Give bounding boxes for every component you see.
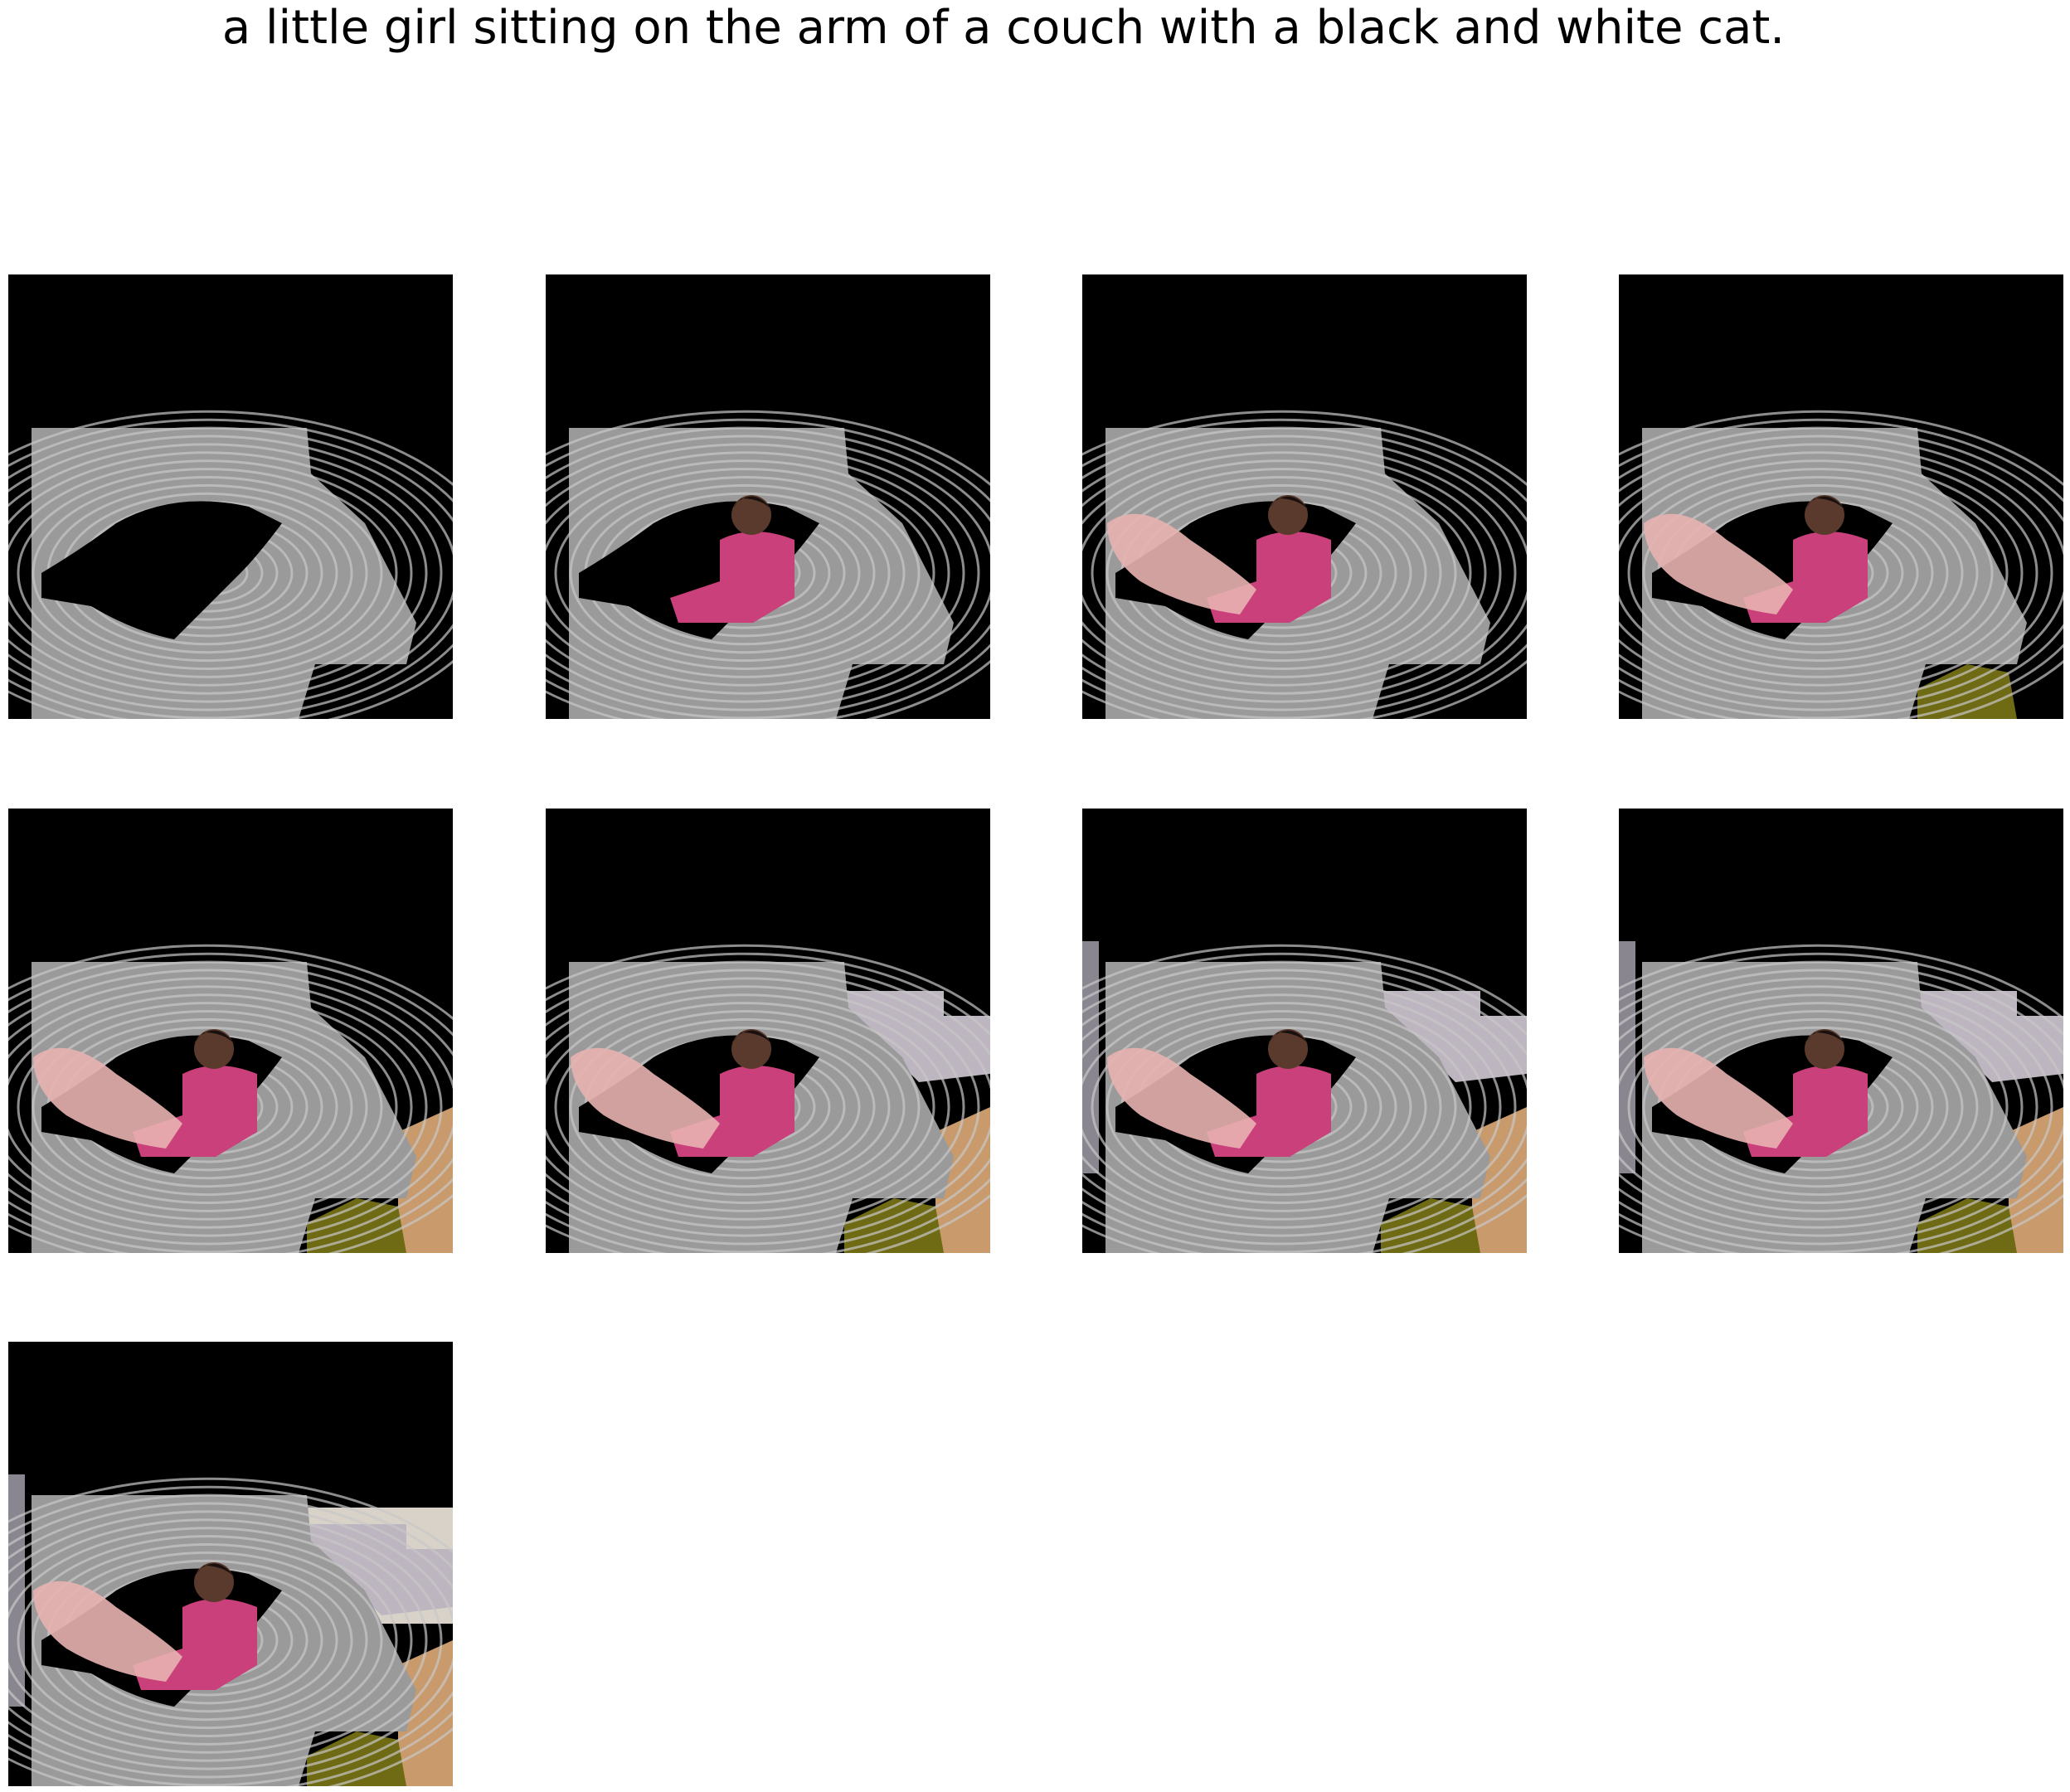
panel-image xyxy=(1619,941,2063,1253)
couch xyxy=(8,410,453,719)
panel-image xyxy=(1619,410,2063,719)
panel-image xyxy=(1082,941,1527,1253)
panel-image xyxy=(8,944,453,1253)
image-panel-step-2 xyxy=(546,274,990,719)
image-panel-step-8 xyxy=(1619,809,2063,1253)
panel-image xyxy=(8,1474,453,1786)
image-panel-step-1 xyxy=(8,274,453,719)
image-panel-step-7 xyxy=(1082,809,1527,1253)
image-panel-step-3 xyxy=(1082,274,1527,719)
figure-caption: a little girl sitting on the arm of a co… xyxy=(221,1,1786,55)
panel-image xyxy=(546,944,990,1253)
image-panel-step-5 xyxy=(8,809,453,1253)
panel-image xyxy=(8,410,453,719)
image-panel-step-6 xyxy=(546,809,990,1253)
panel-image xyxy=(1082,410,1527,719)
image-panel-step-4 xyxy=(1619,274,2063,719)
image-panel-step-9 xyxy=(8,1342,453,1786)
panel-image xyxy=(546,410,990,719)
